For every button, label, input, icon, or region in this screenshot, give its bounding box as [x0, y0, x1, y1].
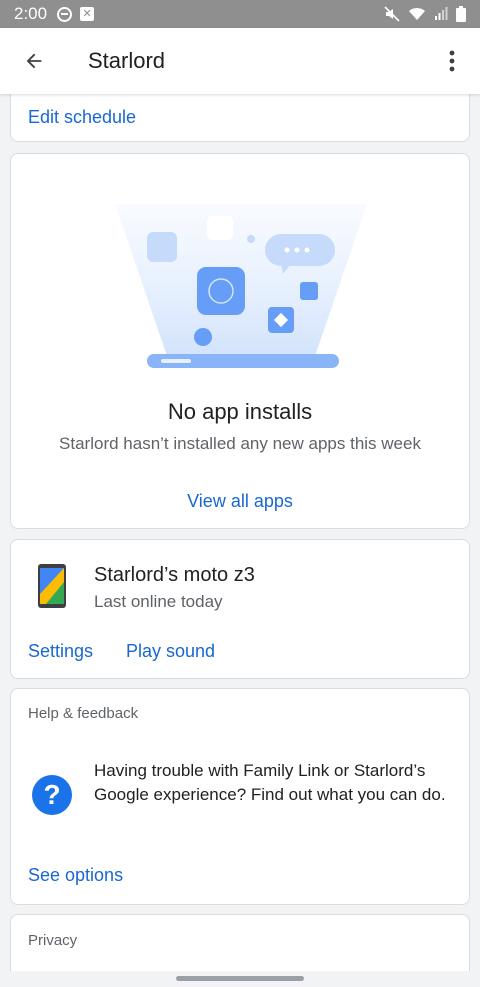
notification-x-icon: ✕: [80, 7, 95, 21]
mute-icon: [384, 6, 400, 22]
system-nav-bar: [0, 971, 480, 987]
back-button[interactable]: [14, 41, 54, 81]
home-gesture-handle[interactable]: [176, 976, 304, 981]
battery-icon: [456, 6, 466, 22]
main-content[interactable]: Edit schedule No app installs Starlord h…: [0, 94, 480, 971]
no-app-installs-title: No app installs: [167, 399, 313, 424]
device-card: Starlord’s moto z3 Last online today Set…: [10, 539, 470, 679]
help-icon: ?: [32, 775, 72, 815]
signal-icon: [435, 7, 448, 20]
status-bar: 2:00 ✕: [0, 0, 480, 28]
no-apps-illustration-icon: [115, 204, 367, 368]
privacy-header: Privacy: [28, 932, 78, 949]
device-status: Last online today: [94, 592, 223, 611]
app-installs-card: No app installs Starlord hasn’t installe…: [10, 153, 470, 529]
arrow-back-icon: [26, 53, 42, 69]
device-name: Starlord’s moto z3: [94, 564, 255, 586]
help-description: Having trouble with Family Link or Starl…: [94, 761, 446, 804]
more-vert-icon: [449, 50, 455, 72]
app-bar: Starlord: [0, 28, 480, 94]
status-time: 2:00: [14, 4, 48, 23]
do-not-disturb-icon: [57, 6, 73, 22]
help-feedback-card: Help & feedback ? Having trouble with Fa…: [10, 688, 470, 905]
edit-schedule-link[interactable]: Edit schedule: [28, 107, 136, 128]
wifi-icon: [409, 7, 425, 20]
device-settings-button[interactable]: Settings: [28, 641, 93, 662]
page-title: Starlord: [88, 48, 166, 73]
help-feedback-header: Help & feedback: [28, 705, 139, 722]
more-options-button[interactable]: [432, 41, 472, 81]
privacy-card[interactable]: Privacy: [10, 914, 470, 971]
no-app-installs-subtitle: Starlord hasn’t installed any new apps t…: [59, 434, 421, 453]
play-sound-button[interactable]: Play sound: [126, 641, 215, 662]
phone-icon: [38, 564, 66, 608]
see-options-link[interactable]: See options: [28, 865, 123, 886]
schedule-card: Edit schedule: [10, 94, 470, 142]
view-all-apps-link[interactable]: View all apps: [11, 491, 469, 512]
status-icons: [384, 6, 466, 22]
